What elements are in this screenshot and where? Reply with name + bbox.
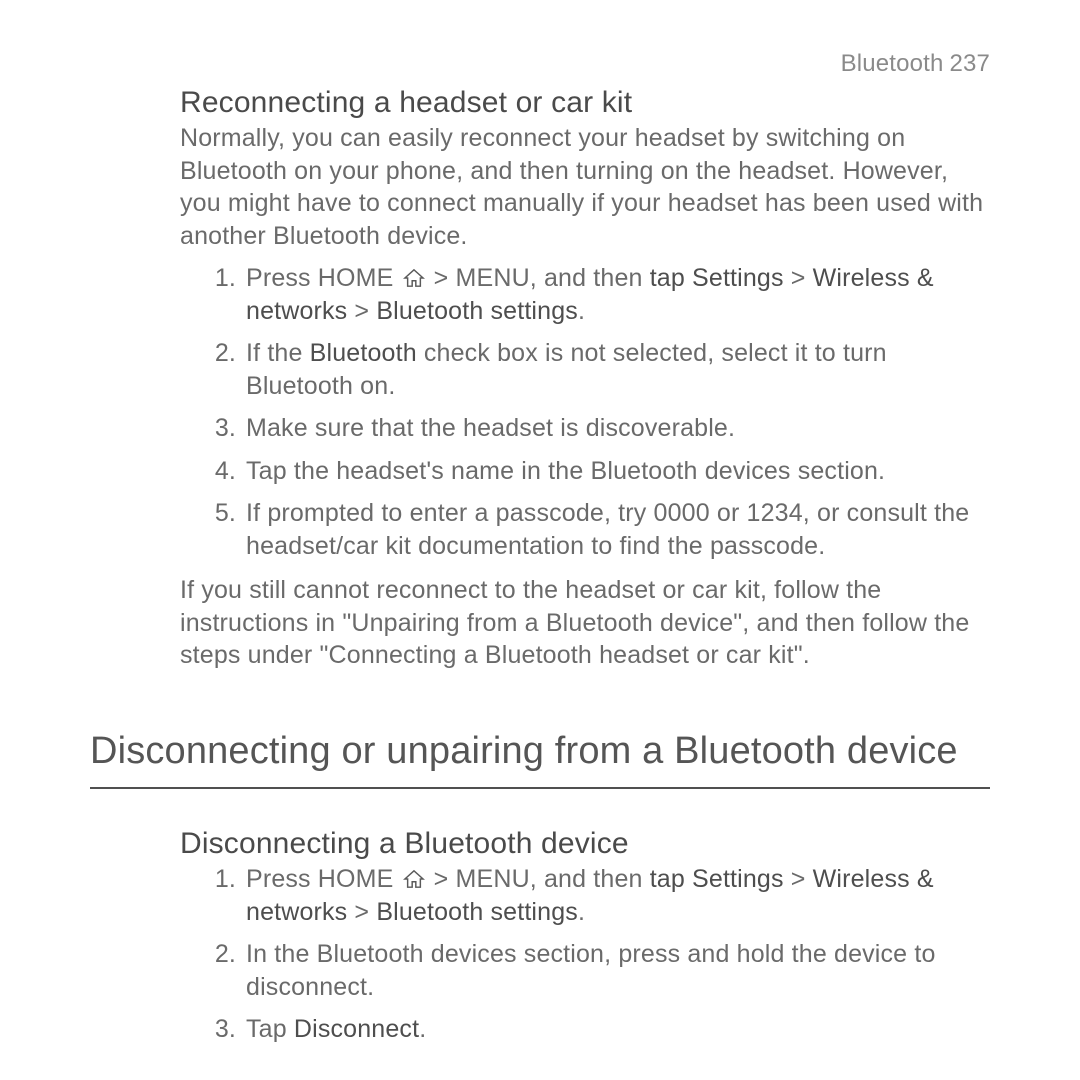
section-rule [90, 787, 990, 789]
step-number: 4. [212, 455, 236, 488]
list-item: 1. Press HOME > MENU, and then tap Setti… [212, 863, 990, 928]
step-text: Bluetooth [310, 339, 417, 367]
step-text: Make sure that the headset is discoverab… [246, 414, 735, 442]
list-item: 1. Press HOME > MENU, and then tap Setti… [212, 262, 990, 327]
step-text: In the Bluetooth devices section, press … [246, 940, 936, 1001]
home-icon [403, 865, 425, 885]
disconnect-heading: Disconnecting a Bluetooth device [180, 827, 990, 861]
step-number: 2. [212, 337, 236, 370]
step-text: > [347, 898, 376, 926]
step-text: Bluetooth settings [376, 898, 578, 926]
reconnect-intro: Normally, you can easily reconnect your … [180, 122, 990, 252]
list-item: 2. In the Bluetooth devices section, pre… [212, 938, 990, 1003]
step-text: Press HOME [246, 264, 401, 292]
list-item: 3. Make sure that the headset is discove… [212, 412, 990, 445]
step-text: If prompted to enter a passcode, try 000… [246, 499, 969, 560]
step-text: If the [246, 339, 310, 367]
step-text [685, 865, 692, 893]
step-number: 1. [212, 262, 236, 295]
list-item: 3. Tap Disconnect. [212, 1013, 990, 1046]
step-text: . [419, 1015, 426, 1043]
header-page-number: 237 [949, 50, 990, 77]
page-header: Bluetooth237 [90, 50, 990, 78]
reconnect-outro: If you still cannot reconnect to the hea… [180, 574, 990, 672]
disconnect-section: Disconnecting a Bluetooth device 1. Pres… [180, 827, 990, 1046]
home-icon [403, 264, 425, 284]
step-text: Tap [246, 1015, 294, 1043]
step-text [685, 264, 692, 292]
step-text: Bluetooth settings [376, 297, 578, 325]
list-item: 5. If prompted to enter a passcode, try … [212, 497, 990, 562]
step-text: Disconnect [294, 1015, 419, 1043]
step-text: tap [650, 264, 685, 292]
step-number: 1. [212, 863, 236, 896]
step-text: > MENU, and then [427, 264, 650, 292]
step-text: > [784, 264, 813, 292]
list-item: 2. If the Bluetooth check box is not sel… [212, 337, 990, 402]
step-text: Settings [692, 865, 784, 893]
list-item: 4. Tap the headset's name in the Bluetoo… [212, 455, 990, 488]
step-number: 3. [212, 412, 236, 445]
reconnect-steps: 1. Press HOME > MENU, and then tap Setti… [212, 262, 990, 562]
section-heading-disconnect-unpair: Disconnecting or unpairing from a Blueto… [90, 728, 990, 776]
step-text: . [578, 898, 585, 926]
step-number: 5. [212, 497, 236, 530]
step-text: > [784, 865, 813, 893]
disconnect-steps: 1. Press HOME > MENU, and then tap Setti… [212, 863, 990, 1046]
reconnect-section: Reconnecting a headset or car kit Normal… [180, 86, 990, 672]
step-number: 3. [212, 1013, 236, 1046]
step-text: Press HOME [246, 865, 401, 893]
step-text: > MENU, and then [427, 865, 650, 893]
step-text: Tap the headset's name in the Bluetooth … [246, 457, 885, 485]
step-text: Settings [692, 264, 784, 292]
step-text: tap [650, 865, 685, 893]
step-text: > [347, 297, 376, 325]
reconnect-heading: Reconnecting a headset or car kit [180, 86, 990, 120]
header-section: Bluetooth [841, 50, 944, 77]
step-number: 2. [212, 938, 236, 971]
step-text: . [578, 297, 585, 325]
